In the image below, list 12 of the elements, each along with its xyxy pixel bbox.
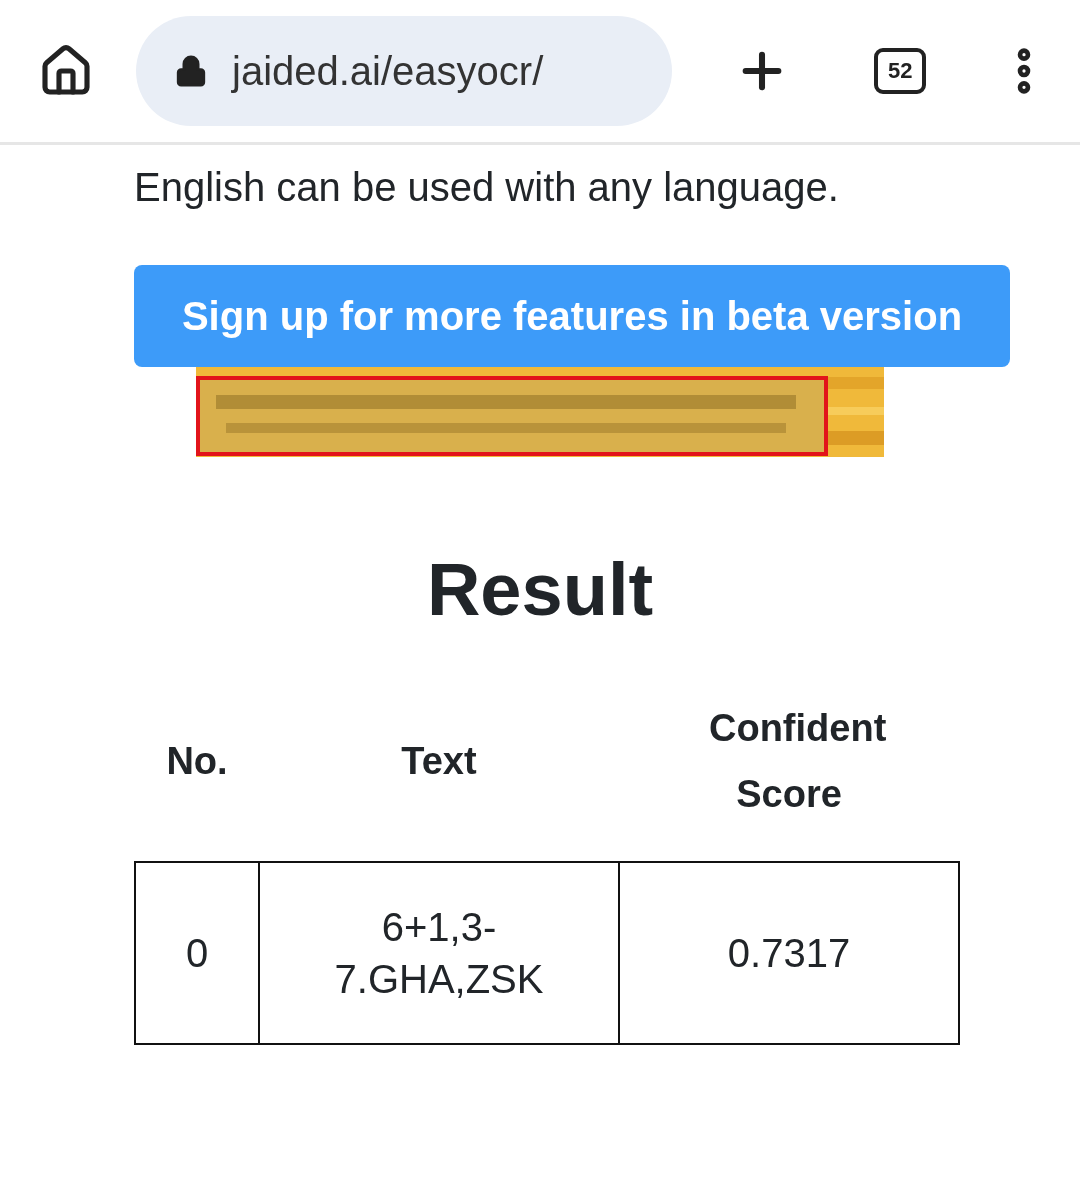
column-header: Confident Score [619,687,959,862]
result-title: Result [425,547,655,633]
column-header: Text [259,687,619,862]
lock-icon [174,54,208,88]
intro-text: English can be used with any language. [134,164,840,211]
column-header: No. [135,687,259,862]
address-bar[interactable]: jaided.ai/easyocr/ [136,16,673,126]
table-cell: 0 [135,862,259,1044]
tab-count[interactable]: 52 [874,48,926,94]
url-text: jaided.ai/easyocr/ [232,48,544,94]
table-cell: 0.7317 [619,862,959,1044]
table-cell: 6+1,3-7.GHA,ZSK [259,862,619,1044]
